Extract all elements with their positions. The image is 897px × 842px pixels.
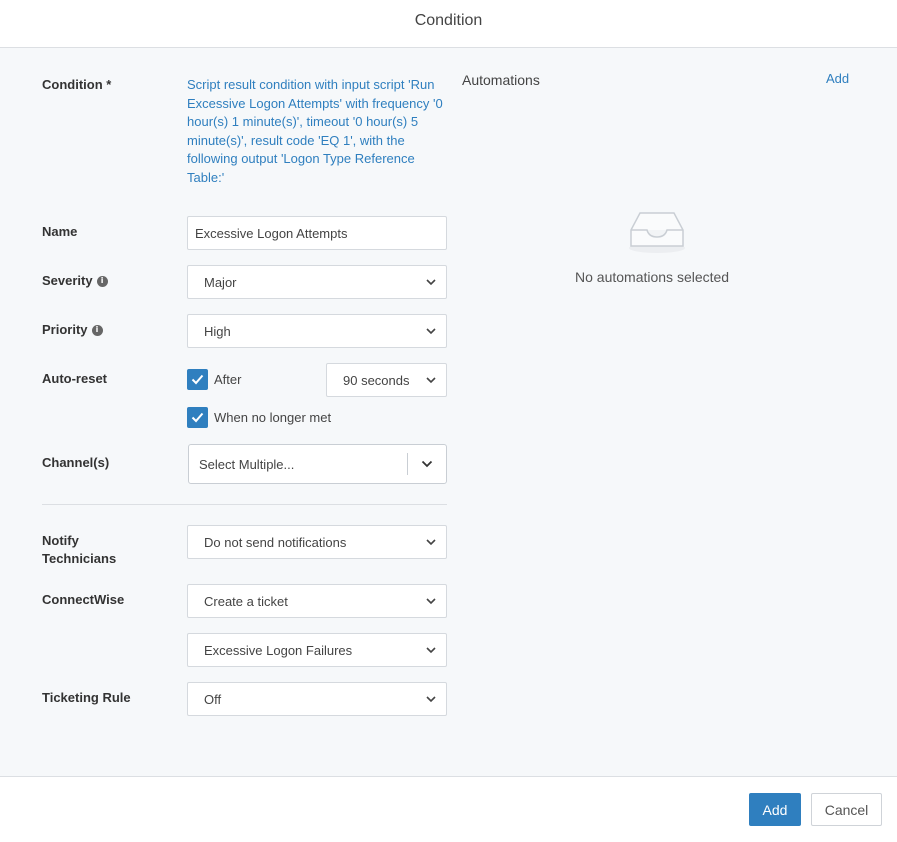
chevron-down-icon bbox=[426, 375, 436, 385]
notify-value: Do not send notifications bbox=[204, 534, 347, 550]
severity-label-text: Severity bbox=[42, 273, 93, 288]
channels-multiselect[interactable]: Select Multiple... bbox=[188, 444, 447, 484]
chevron-down-icon bbox=[426, 277, 436, 287]
no-longer-met-label: When no longer met bbox=[214, 410, 332, 425]
name-input[interactable]: Excessive Logon Attempts bbox=[187, 216, 447, 250]
ticketing-rule-select[interactable]: Off bbox=[187, 682, 447, 716]
info-icon[interactable]: i bbox=[91, 324, 103, 336]
no-longer-met-checkbox[interactable] bbox=[187, 407, 208, 428]
ticketing-rule-value: Off bbox=[204, 691, 222, 707]
after-checkbox-row[interactable]: After bbox=[187, 369, 241, 390]
channels-label: Channel(s) bbox=[42, 455, 110, 470]
severity-label: Severity i bbox=[42, 272, 108, 290]
checkmark-icon bbox=[191, 374, 204, 385]
connectwise-action-select[interactable]: Create a ticket bbox=[187, 584, 447, 618]
empty-inbox-icon bbox=[627, 208, 687, 254]
priority-select[interactable]: High bbox=[187, 314, 447, 348]
notify-label-line2: Technicians bbox=[42, 551, 117, 566]
connectwise-label: ConnectWise bbox=[42, 592, 125, 607]
dialog-footer: Add Cancel bbox=[0, 776, 897, 842]
severity-value: Major bbox=[204, 274, 237, 290]
checkmark-icon bbox=[191, 412, 204, 423]
connectwise-ticket-type-select[interactable]: Excessive Logon Failures bbox=[187, 633, 447, 667]
ticketing-rule-label: Ticketing Rule bbox=[42, 690, 131, 705]
condition-description[interactable]: Script result condition with input scrip… bbox=[187, 76, 445, 187]
auto-reset-label: Auto-reset bbox=[42, 371, 108, 386]
notify-technicians-label: Notify Technicians bbox=[42, 532, 116, 568]
channels-dropdown-toggle[interactable] bbox=[408, 445, 446, 483]
name-input-value: Excessive Logon Attempts bbox=[195, 225, 348, 241]
chevron-down-icon bbox=[426, 596, 436, 606]
notify-label-line1: Notify bbox=[42, 533, 79, 548]
dialog-header: Condition bbox=[0, 0, 897, 48]
automations-add-link[interactable]: Add bbox=[826, 71, 849, 86]
section-divider bbox=[42, 504, 447, 505]
name-label: Name bbox=[42, 224, 78, 239]
after-label: After bbox=[214, 372, 242, 387]
priority-value: High bbox=[204, 323, 231, 339]
after-duration-value: 90 seconds bbox=[343, 372, 410, 388]
channels-placeholder: Select Multiple... bbox=[199, 456, 295, 472]
chevron-down-icon bbox=[421, 460, 433, 468]
add-button[interactable]: Add bbox=[749, 793, 801, 826]
automations-title: Automations bbox=[462, 72, 540, 88]
priority-label-text: Priority bbox=[42, 322, 88, 337]
connectwise-action-value: Create a ticket bbox=[204, 593, 288, 609]
notify-technicians-select[interactable]: Do not send notifications bbox=[187, 525, 447, 559]
priority-label: Priority i bbox=[42, 321, 103, 339]
cancel-button[interactable]: Cancel bbox=[811, 793, 882, 826]
automations-empty-text: No automations selected bbox=[575, 269, 730, 285]
connectwise-ticket-type-value: Excessive Logon Failures bbox=[204, 642, 353, 658]
chevron-down-icon bbox=[426, 645, 436, 655]
after-checkbox[interactable] bbox=[187, 369, 208, 390]
chevron-down-icon bbox=[426, 326, 436, 336]
dialog-title: Condition bbox=[414, 11, 483, 29]
chevron-down-icon bbox=[426, 537, 436, 547]
no-longer-met-checkbox-row[interactable]: When no longer met bbox=[187, 407, 331, 428]
info-icon[interactable]: i bbox=[96, 275, 108, 287]
dialog-body: Condition * Script result condition with… bbox=[0, 48, 897, 776]
severity-select[interactable]: Major bbox=[187, 265, 447, 299]
condition-label: Condition * bbox=[42, 77, 112, 92]
chevron-down-icon bbox=[426, 694, 436, 704]
after-duration-select[interactable]: 90 seconds bbox=[326, 363, 447, 397]
